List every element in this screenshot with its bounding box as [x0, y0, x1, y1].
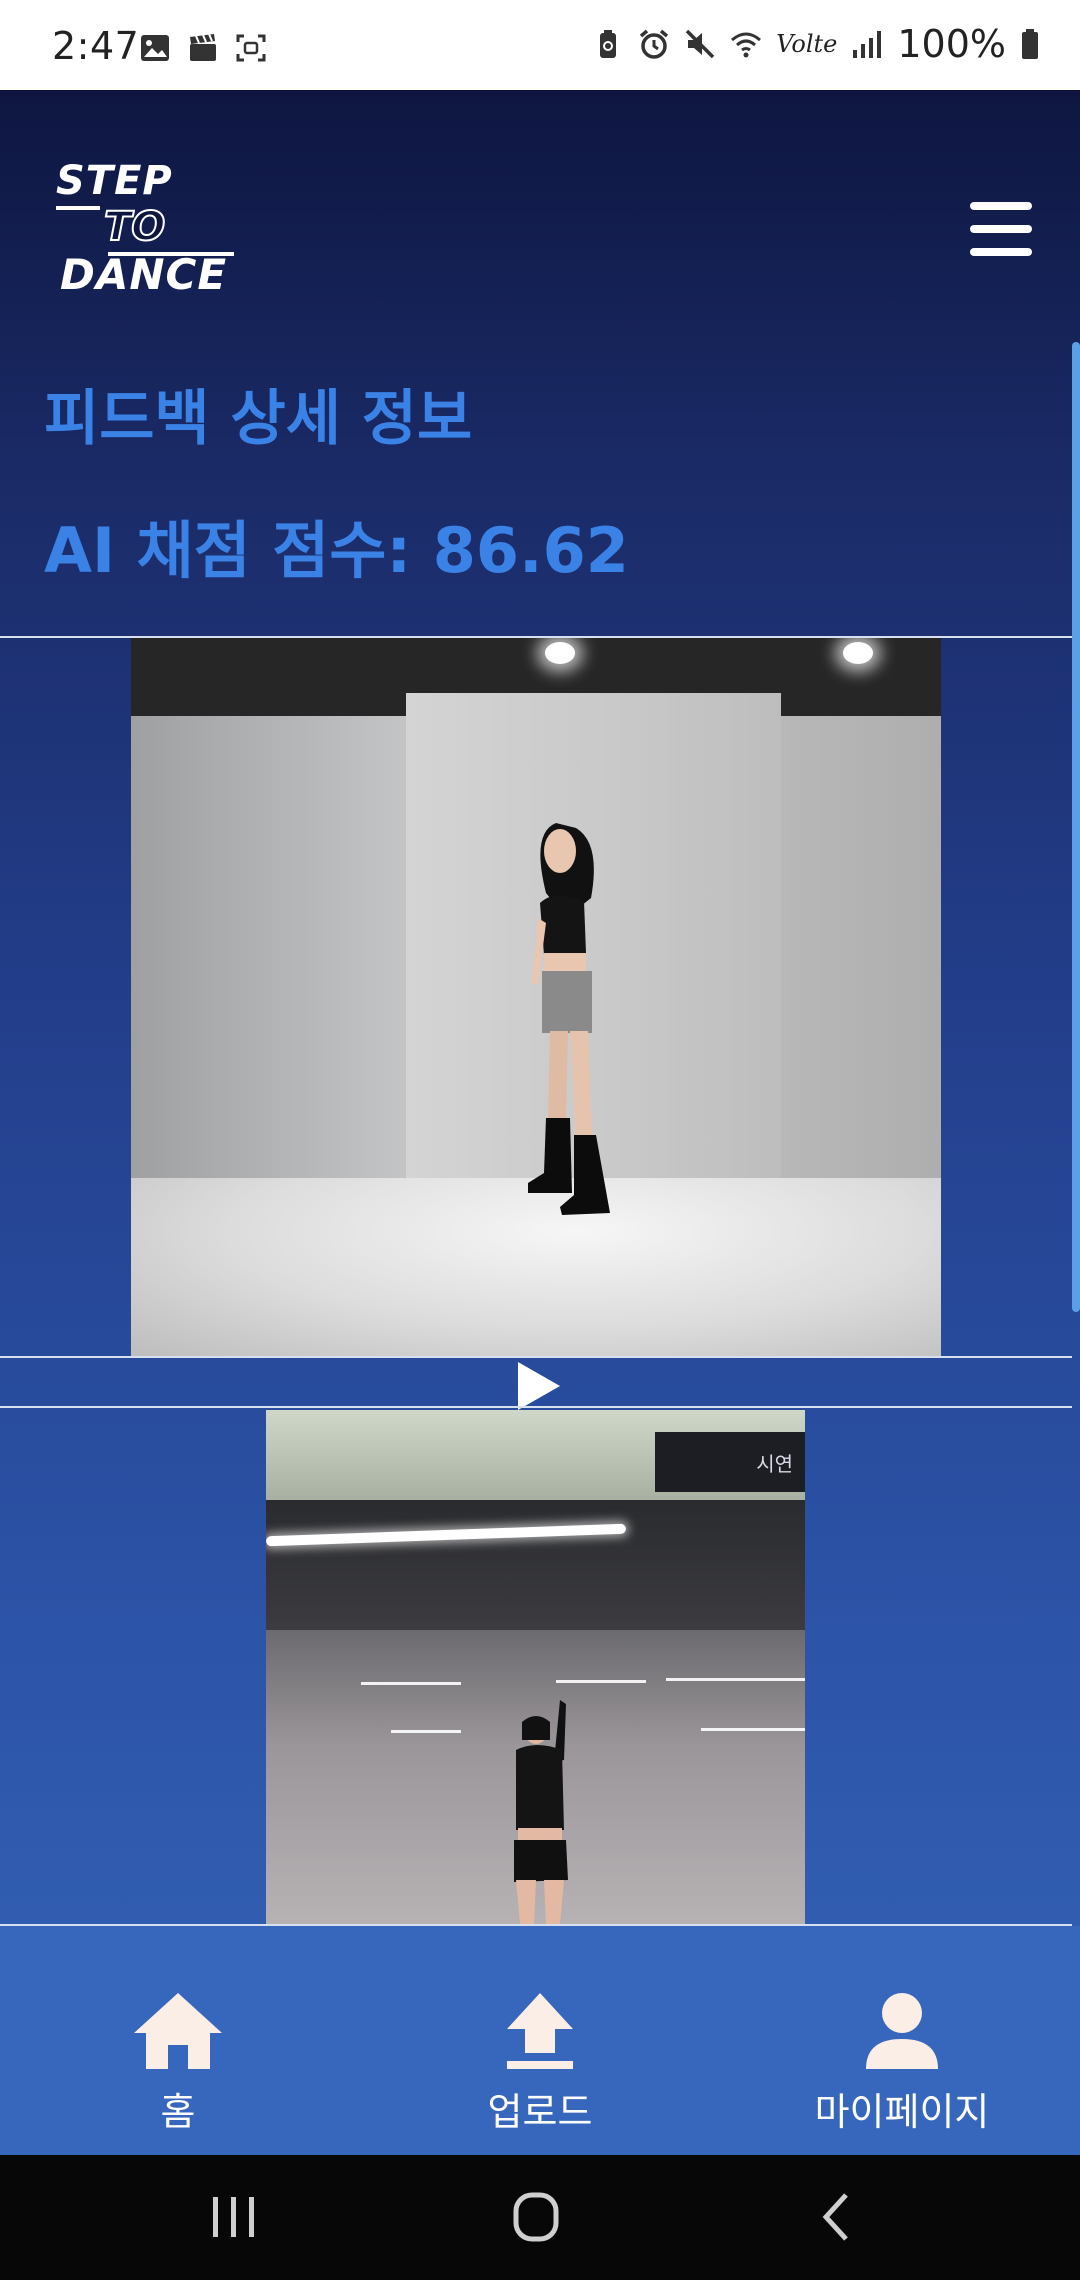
back-icon[interactable] [800, 2187, 880, 2247]
logo-text-to: TO [103, 203, 166, 251]
video-scene [545, 642, 575, 664]
video-overlay-sign: 시연 [655, 1432, 805, 1492]
volte-icon: Volte [776, 30, 838, 58]
video-scene [779, 716, 941, 1196]
ai-score: AI 채점 점수: 86.62 [44, 514, 629, 587]
nav-item-mypage[interactable]: 마이페이지 [752, 1981, 1052, 2136]
logo-text-dance: DANCE [60, 250, 228, 299]
video-controls [0, 1358, 1072, 1410]
home-circle-icon[interactable] [496, 2187, 576, 2247]
nav-icon-wrap [390, 1981, 690, 2071]
nav-icon-wrap [28, 1981, 328, 2071]
menu-line [970, 248, 1032, 256]
menu-line [970, 202, 1032, 210]
reference-video-player[interactable]: 시연 [266, 1410, 805, 1924]
status-left-icons [140, 34, 266, 62]
person-icon [866, 1993, 938, 2069]
play-icon[interactable] [518, 1362, 560, 1410]
video-scene [701, 1728, 805, 1731]
video-scene [391, 1730, 461, 1733]
status-time: 2:47 [52, 24, 140, 68]
video-scene [666, 1678, 805, 1681]
nav-label-mypage: 마이페이지 [814, 2090, 990, 2134]
step-to-dance-logo[interactable]: STEP TO DANCE [56, 158, 236, 299]
status-right-icons: Volte 100% [592, 22, 1040, 66]
battery-percent: 100% [897, 22, 1006, 66]
page-title: 피드백 상세 정보 [44, 384, 473, 454]
status-bar: 2:47 Volte 100% [0, 0, 1080, 90]
clapperboard-icon [190, 34, 216, 61]
hamburger-menu-icon[interactable] [970, 202, 1032, 256]
mute-icon [686, 29, 715, 59]
battery-icon [1022, 29, 1038, 59]
upload-icon [507, 1993, 573, 2069]
video-scene [843, 642, 873, 664]
wifi-icon [731, 32, 762, 58]
app-content: STEP TO DANCE 피드백 상세 정보 AI 채점 점수: 86.62 [0, 90, 1080, 2155]
home-icon [134, 1993, 222, 2069]
dancer-figure [528, 823, 610, 1215]
logo-bar [56, 206, 100, 210]
alarm-icon [640, 29, 669, 59]
system-navigation-bar [0, 2155, 1080, 2280]
recent-apps-icon[interactable] [193, 2187, 273, 2247]
logo-text-step: STEP [56, 158, 173, 204]
nav-label-home: 홈 [160, 2090, 196, 2134]
bottom-navigation: 홈 업로드 마이페이지 [0, 1926, 1080, 2155]
video-scene [131, 716, 411, 1196]
divider [0, 1406, 1072, 1408]
video-scene [361, 1682, 461, 1685]
video-scene [266, 1500, 805, 1630]
battery-saver-icon [600, 30, 617, 58]
menu-line [970, 225, 1032, 233]
nav-icon-wrap [752, 1981, 1052, 2071]
scrollbar[interactable] [1072, 342, 1080, 1312]
signal-icon [853, 31, 882, 58]
gallery-icon [141, 35, 169, 61]
video-scene [556, 1680, 646, 1683]
video-sign-text: 시연 [756, 1451, 793, 1476]
nav-item-home[interactable]: 홈 [28, 1981, 328, 2136]
nav-label-upload: 업로드 [487, 2090, 593, 2134]
screen-capture-icon [236, 34, 266, 62]
nav-item-upload[interactable]: 업로드 [390, 1981, 690, 2136]
dancer-figure [514, 1700, 568, 1924]
feedback-video-player[interactable] [131, 638, 941, 1356]
